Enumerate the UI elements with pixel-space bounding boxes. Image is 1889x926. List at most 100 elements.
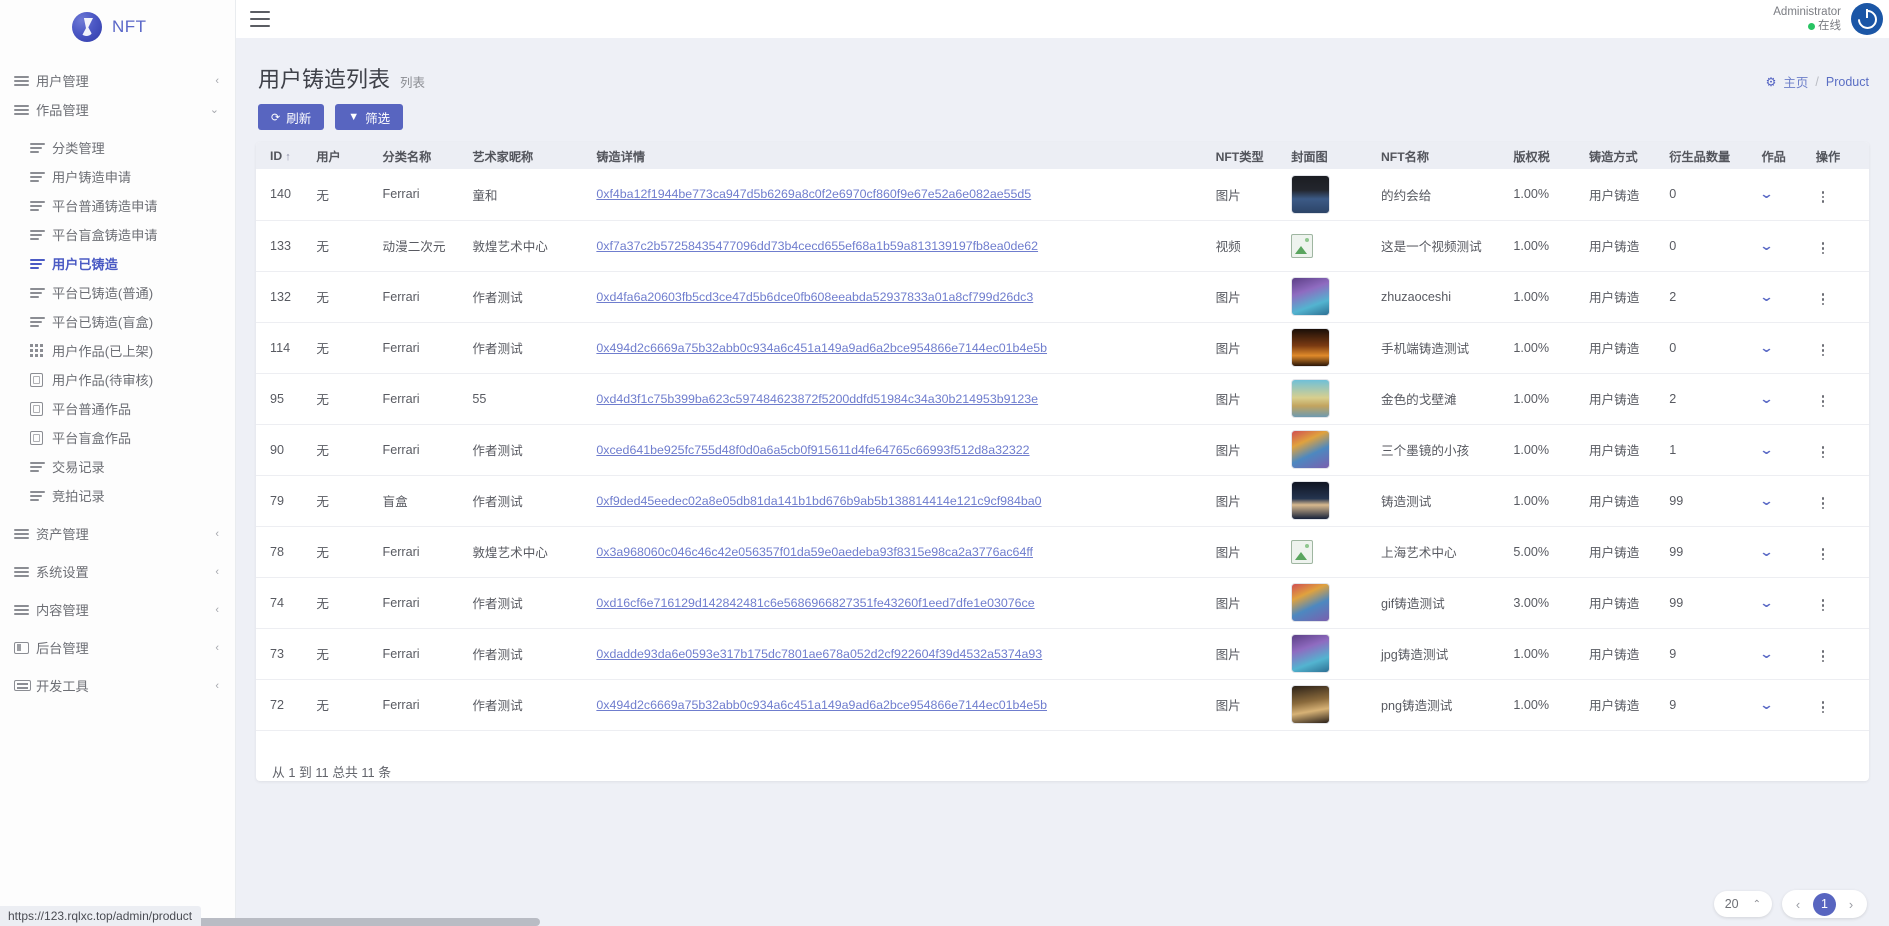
breadcrumb-home[interactable]: 主页 <box>1783 72 1808 91</box>
chevron-down-icon[interactable]: ⌄ <box>1760 391 1775 407</box>
sidebar-item-10[interactable]: 用户作品(待审核) <box>0 365 235 394</box>
more-vertical-icon[interactable] <box>1816 698 1831 716</box>
chevron-down-icon[interactable]: ⌄ <box>1760 493 1775 509</box>
sidebar-item-12[interactable]: 平台盲盒作品 <box>0 423 235 452</box>
sidebar-item-14[interactable]: 竞拍记录 <box>0 481 235 510</box>
more-vertical-icon[interactable] <box>1816 494 1831 512</box>
cover-thumbnail[interactable] <box>1291 328 1330 367</box>
table-row[interactable]: 74无Ferrari作者测试0xd16cf6e716129d142842481c… <box>256 577 1869 628</box>
avatar[interactable] <box>1851 3 1883 35</box>
more-vertical-icon[interactable] <box>1816 443 1831 461</box>
sidebar-item-16[interactable]: 系统设置‹ <box>0 557 235 586</box>
mint-detail-link[interactable]: 0xd16cf6e716129d142842481c6e568696682735… <box>596 596 1034 610</box>
table-row[interactable]: 90无Ferrari作者测试0xced641be925fc755d48f0d0a… <box>256 424 1869 475</box>
more-vertical-icon[interactable] <box>1816 596 1831 614</box>
cover-thumbnail[interactable] <box>1291 481 1330 520</box>
brand[interactable]: NFT <box>0 0 235 54</box>
sidebar-item-5[interactable]: 平台盲盒铸造申请 <box>0 220 235 249</box>
prev-page-button[interactable]: ‹ <box>1787 893 1809 915</box>
sidebar-item-13[interactable]: 交易记录 <box>0 452 235 481</box>
col-action[interactable]: 操作 <box>1810 142 1869 169</box>
col-id[interactable]: ID↑ <box>256 142 310 169</box>
more-vertical-icon[interactable] <box>1816 392 1831 410</box>
refresh-button[interactable]: ⟳ 刷新 <box>258 104 324 130</box>
mint-detail-link[interactable]: 0xf7a37c2b57258435477096dd73b4cecd655ef6… <box>596 239 1038 253</box>
col-deriv[interactable]: 衍生品数量 <box>1663 142 1755 169</box>
chevron-down-icon[interactable]: ⌄ <box>1760 238 1775 254</box>
next-page-button[interactable]: › <box>1840 893 1862 915</box>
cover-thumbnail[interactable] <box>1291 634 1330 673</box>
chevron-down-icon[interactable]: ⌄ <box>1760 697 1775 713</box>
cover-thumbnail[interactable] <box>1291 277 1330 316</box>
col-category[interactable]: 分类名称 <box>377 142 467 169</box>
col-mint[interactable]: 铸造方式 <box>1583 142 1663 169</box>
sidebar-item-8[interactable]: 平台已铸造(盲盒) <box>0 307 235 336</box>
sidebar-item-2[interactable]: 分类管理 <box>0 133 235 162</box>
more-vertical-icon[interactable] <box>1816 545 1831 563</box>
table-row[interactable]: 140无Ferrari童和0xf4ba12f1944be773ca947d5b6… <box>256 169 1869 220</box>
chevron-down-icon[interactable]: ⌄ <box>1760 186 1775 202</box>
table-card: ID↑ 用户 分类名称 艺术家昵称 铸造详情 NFT类型 封面图 NFT名称 版… <box>256 142 1869 781</box>
page-1-button[interactable]: 1 <box>1813 893 1836 916</box>
table-row[interactable]: 114无Ferrari作者测试0x494d2c6669a75b32abb0c93… <box>256 322 1869 373</box>
col-cover[interactable]: 封面图 <box>1285 142 1375 169</box>
cover-thumbnail[interactable] <box>1291 175 1330 214</box>
mint-detail-link[interactable]: 0x494d2c6669a75b32abb0c934a6c451a149a9ad… <box>596 341 1047 355</box>
cover-thumbnail[interactable] <box>1291 379 1330 418</box>
sidebar-item-6[interactable]: 用户已铸造 <box>0 249 235 278</box>
cell-id: 95 <box>256 373 310 424</box>
mint-detail-link[interactable]: 0xdadde93da6e0593e317b175dc7801ae678a052… <box>596 647 1042 661</box>
table-row[interactable]: 78无Ferrari敦煌艺术中心0x3a968060c046c46c42e056… <box>256 526 1869 577</box>
table-row[interactable]: 133无动漫二次元敦煌艺术中心0xf7a37c2b57258435477096d… <box>256 220 1869 271</box>
mint-detail-link[interactable]: 0xd4d3f1c75b399ba623c597484623872f5200dd… <box>596 392 1038 406</box>
mint-detail-link[interactable]: 0xd4fa6a20603fb5cd3ce47d5b6dce0fb608eeab… <box>596 290 1033 304</box>
more-vertical-icon[interactable] <box>1816 341 1831 359</box>
page-size-select[interactable]: 20 ⌃ <box>1714 891 1772 917</box>
mint-detail-link[interactable]: 0xf4ba12f1944be773ca947d5b6269a8c0f2e697… <box>596 187 1031 201</box>
table-row[interactable]: 79无盲盒作者测试0xf9ded45eedec02a8e05db81da141b… <box>256 475 1869 526</box>
hamburger-icon[interactable] <box>250 11 270 27</box>
col-royalty[interactable]: 版权税 <box>1507 142 1583 169</box>
sidebar-item-18[interactable]: 后台管理‹ <box>0 633 235 662</box>
sidebar-item-19[interactable]: 开发工具‹ <box>0 671 235 700</box>
filter-button[interactable]: ▼ 筛选 <box>335 104 403 130</box>
col-type[interactable]: NFT类型 <box>1210 142 1286 169</box>
sidebar-item-7[interactable]: 平台已铸造(普通) <box>0 278 235 307</box>
sidebar-item-15[interactable]: 资产管理‹ <box>0 519 235 548</box>
col-detail[interactable]: 铸造详情 <box>590 142 1209 169</box>
mint-detail-link[interactable]: 0xf9ded45eedec02a8e05db81da141b1bd676b9a… <box>596 494 1041 508</box>
sidebar-item-0[interactable]: 用户管理‹ <box>0 66 235 95</box>
sidebar-item-17[interactable]: 内容管理‹ <box>0 595 235 624</box>
sidebar-item-3[interactable]: 用户铸造申请 <box>0 162 235 191</box>
mint-detail-link[interactable]: 0xced641be925fc755d48f0d0a6a5cb0f915611d… <box>596 443 1029 457</box>
sidebar-item-4[interactable]: 平台普通铸造申请 <box>0 191 235 220</box>
mint-detail-link[interactable]: 0x3a968060c046c46c42e056357f01da59e0aede… <box>596 545 1033 559</box>
chevron-down-icon[interactable]: ⌄ <box>1760 340 1775 356</box>
col-artist[interactable]: 艺术家昵称 <box>466 142 590 169</box>
col-user[interactable]: 用户 <box>310 142 376 169</box>
chevron-down-icon[interactable]: ⌄ <box>1760 595 1775 611</box>
cover-thumbnail[interactable] <box>1291 685 1330 724</box>
table-row[interactable]: 73无Ferrari作者测试0xdadde93da6e0593e317b175d… <box>256 628 1869 679</box>
table-row[interactable]: 132无Ferrari作者测试0xd4fa6a20603fb5cd3ce47d5… <box>256 271 1869 322</box>
chevron-down-icon[interactable]: ⌄ <box>1760 544 1775 560</box>
col-work[interactable]: 作品 <box>1755 142 1809 169</box>
chevron-down-icon[interactable]: ⌄ <box>1760 646 1775 662</box>
more-vertical-icon[interactable] <box>1816 647 1831 665</box>
table-row[interactable]: 95无Ferrari550xd4d3f1c75b399ba623c5974846… <box>256 373 1869 424</box>
cover-thumbnail[interactable] <box>1291 583 1330 622</box>
table-row[interactable]: 72无Ferrari作者测试0x494d2c6669a75b32abb0c934… <box>256 679 1869 730</box>
sidebar-item-1[interactable]: 作品管理⌄ <box>0 95 235 124</box>
cover-thumbnail[interactable] <box>1291 430 1330 469</box>
mint-detail-link[interactable]: 0x494d2c6669a75b32abb0c934a6c451a149a9ad… <box>596 698 1047 712</box>
chevron-down-icon[interactable]: ⌄ <box>1760 289 1775 305</box>
col-name[interactable]: NFT名称 <box>1375 142 1507 169</box>
table-scroll-region[interactable]: ID↑ 用户 分类名称 艺术家昵称 铸造详情 NFT类型 封面图 NFT名称 版… <box>256 142 1869 750</box>
chevron-down-icon[interactable]: ⌄ <box>1760 442 1775 458</box>
sidebar-item-11[interactable]: 平台普通作品 <box>0 394 235 423</box>
more-vertical-icon[interactable] <box>1816 188 1831 206</box>
sidebar-item-9[interactable]: 用户作品(已上架) <box>0 336 235 365</box>
more-vertical-icon[interactable] <box>1816 290 1831 308</box>
cell-type: 图片 <box>1210 475 1286 526</box>
more-vertical-icon[interactable] <box>1816 239 1831 257</box>
